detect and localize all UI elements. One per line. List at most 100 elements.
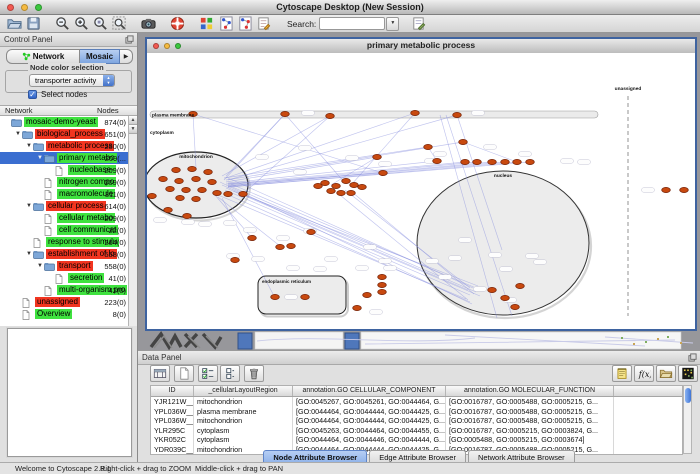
graph-node[interactable] [680, 187, 689, 192]
graph-node[interactable] [231, 257, 240, 262]
graph-node[interactable] [172, 167, 181, 172]
graph-node[interactable] [526, 159, 535, 164]
graph-node[interactable] [473, 159, 482, 164]
graph-node[interactable] [327, 188, 336, 193]
graph-node[interactable] [501, 295, 510, 300]
table-row[interactable]: YPL036W__2plasma membrane[GO:0044464, GO… [151, 407, 682, 417]
attribute-unified-icon[interactable] [220, 365, 240, 382]
annotation-icon[interactable] [256, 16, 271, 31]
zoom-fit-icon[interactable] [112, 16, 127, 31]
graph-node[interactable] [182, 187, 191, 192]
tree-expand-arrow-icon[interactable]: ▼ [25, 203, 33, 209]
graph-node[interactable] [358, 184, 367, 189]
tree-expand-arrow-icon[interactable]: ▼ [25, 143, 33, 149]
scroll-up-icon[interactable]: ▲ [129, 116, 137, 125]
graph-node[interactable] [373, 154, 382, 159]
graph-node[interactable] [337, 190, 346, 195]
graph-node[interactable] [350, 182, 359, 187]
float-panel-icon[interactable] [125, 35, 134, 44]
graph-node[interactable] [287, 243, 296, 248]
column-header[interactable]: _cellularLayoutRegion [194, 386, 293, 396]
float-panel-icon[interactable] [688, 353, 697, 362]
tabs-overflow-arrow-icon[interactable]: ▶ [120, 49, 133, 64]
attribute-select-icon[interactable] [150, 365, 170, 382]
network-canvas[interactable]: plasma membranecytoplasmmitochondrionnuc… [147, 53, 695, 329]
frame-minimize-icon[interactable] [164, 43, 170, 49]
attribute-create-icon[interactable] [174, 365, 194, 382]
graph-node[interactable] [164, 207, 173, 212]
graph-node[interactable] [301, 294, 310, 299]
graph-node[interactable] [353, 305, 362, 310]
tree-row-nitrogen-compo[interactable]: nitrogen compo209(0) [0, 176, 137, 188]
graph-node[interactable] [516, 283, 525, 288]
graph-node[interactable] [176, 195, 185, 200]
nodes-column-header[interactable]: Nodes [97, 106, 119, 116]
tree-row-metabolic-process[interactable]: ▼metabolic process280(0) [0, 140, 137, 152]
search-dropdown-icon[interactable]: ▼ [386, 17, 399, 31]
graph-node[interactable] [183, 213, 192, 218]
tree-row-unassigned[interactable]: unassigned223(0) [0, 296, 137, 308]
graph-node[interactable] [326, 113, 335, 118]
frame-zoom-icon[interactable] [175, 43, 181, 49]
tree-row-cellular-metabo[interactable]: cellular metabo209(0) [0, 212, 137, 224]
graph-node[interactable] [271, 294, 280, 299]
graph-node[interactable] [411, 110, 420, 115]
graph-node[interactable] [363, 292, 372, 297]
network-view-frame[interactable]: primary metabolic process plasma membran… [145, 37, 697, 331]
tab-network[interactable]: Network [6, 49, 80, 64]
attribute-checklist-icon[interactable] [198, 365, 218, 382]
scrollbar-thumb[interactable] [685, 388, 691, 403]
column-header[interactable]: annotation.GO CELLULAR_COMPONENT [293, 386, 446, 396]
graph-node[interactable] [148, 193, 157, 198]
graph-node[interactable] [281, 111, 290, 116]
zoom-in-icon[interactable] [74, 16, 89, 31]
tree-scrollbar[interactable]: ▲▼ [128, 116, 137, 326]
tree-row-mosaic-demo-yeast[interactable]: mosaic-demo-yeast874(0) [0, 116, 137, 128]
network-overlay-b-icon[interactable] [237, 16, 252, 31]
graph-node[interactable] [347, 190, 356, 195]
table-row[interactable]: YKR052Ccytoplasm[GO:0044464, GO:0044446,… [151, 435, 682, 445]
notepad-icon[interactable] [612, 365, 632, 382]
tree-expand-arrow-icon[interactable]: ▼ [36, 263, 44, 269]
graph-node[interactable] [188, 166, 197, 171]
graph-node[interactable] [175, 178, 184, 183]
graph-node[interactable] [511, 304, 520, 309]
column-header[interactable]: ID [151, 386, 194, 396]
tree-row-nucleobase-[interactable]: nucleobase-209(0) [0, 164, 137, 176]
scroll-down-icon[interactable]: ▼ [129, 125, 137, 134]
graph-node[interactable] [433, 158, 442, 163]
graph-node[interactable] [513, 159, 522, 164]
search-config-icon[interactable] [411, 16, 426, 31]
graph-node[interactable] [204, 169, 213, 174]
vizmapper-icon[interactable] [199, 16, 214, 31]
table-scrollbar[interactable] [683, 385, 692, 454]
help-icon[interactable] [170, 16, 185, 31]
birds-eye-view[interactable] [7, 328, 132, 457]
graph-node[interactable] [159, 176, 168, 181]
network-view-titlebar[interactable]: primary metabolic process [147, 39, 695, 54]
tree-row-macromolecule[interactable]: macromolecule311(0) [0, 188, 137, 200]
formula-icon[interactable]: f(x) [634, 365, 654, 382]
tree-row-transport[interactable]: ▼transport558(0) [0, 260, 137, 272]
select-nodes-checkbox[interactable]: ✓ [28, 90, 37, 99]
save-session-icon[interactable] [26, 16, 41, 31]
graph-node[interactable] [379, 170, 388, 175]
frame-close-icon[interactable] [153, 43, 159, 49]
tree-row-overview[interactable]: Overview8(0) [0, 308, 137, 320]
table-row[interactable]: YPL036W__1mitochondrion[GO:0044464, GO:0… [151, 416, 682, 426]
zoom-selected-icon[interactable] [93, 16, 108, 31]
network-overlay-a-icon[interactable] [218, 16, 233, 31]
table-row[interactable]: YJR121W__1mitochondrion[GO:0045267, GO:0… [151, 397, 682, 407]
tree-row-response-to-stimulu[interactable]: response to stimulu264(0) [0, 236, 137, 248]
graph-node[interactable] [378, 282, 387, 287]
graph-node[interactable] [488, 159, 497, 164]
graph-node[interactable] [424, 144, 433, 149]
import-table-icon[interactable] [656, 365, 676, 382]
column-header[interactable]: annotation.GO MOLECULAR_FUNCTION [446, 386, 614, 396]
tree-expand-arrow-icon[interactable]: ▼ [36, 155, 44, 161]
tree-row-cell-communicat[interactable]: cell communicat22(0) [0, 224, 137, 236]
graph-node[interactable] [307, 229, 316, 234]
graph-node[interactable] [459, 139, 468, 144]
tab-mosaic[interactable]: Mosaic [80, 49, 120, 64]
tree-row-establishment-of-lo[interactable]: ▼establishment of lo558(0) [0, 248, 137, 260]
